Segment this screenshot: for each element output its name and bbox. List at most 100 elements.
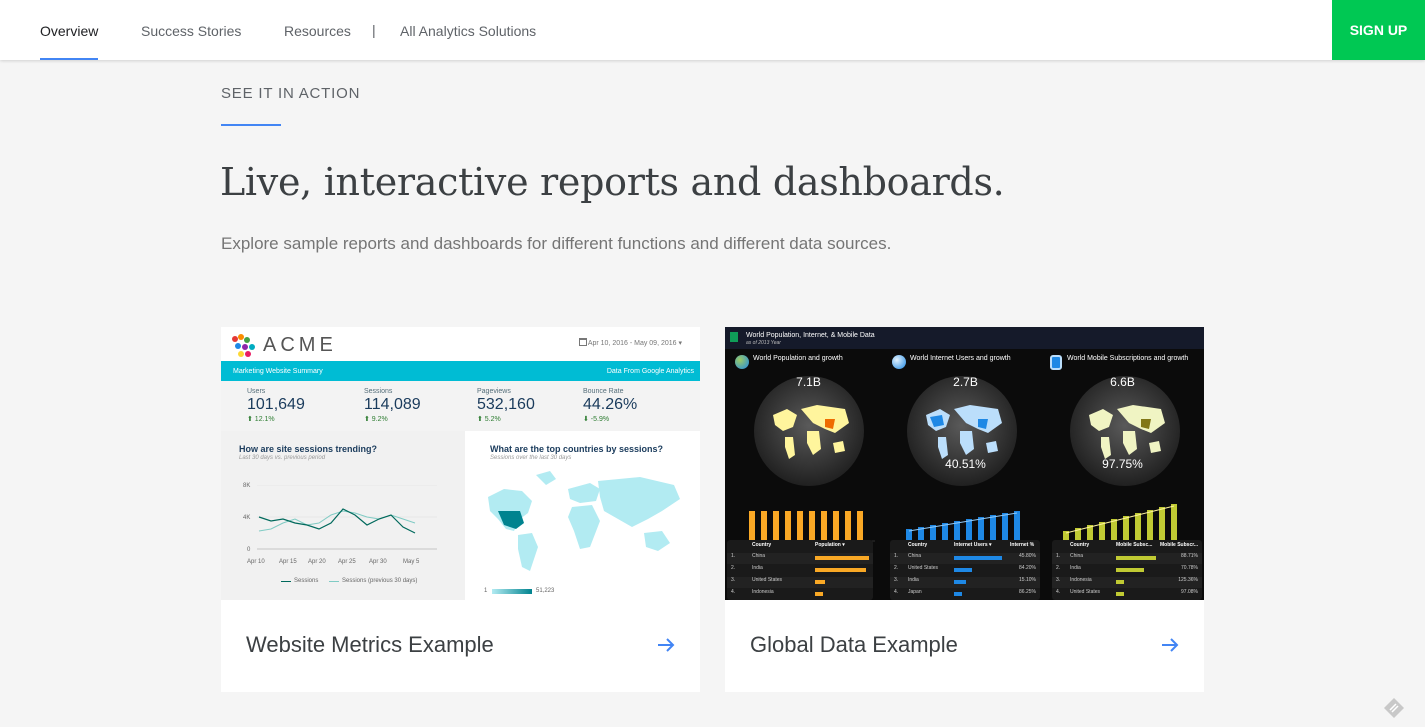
table-row: 1. China 88.71% xyxy=(1052,553,1202,564)
y-tick: 0 xyxy=(247,547,251,553)
nav-tab-resources[interactable]: Resources xyxy=(284,0,351,60)
population-world-globe xyxy=(754,376,864,486)
table-cell: 15.10% xyxy=(1019,577,1036,583)
page-headline: Live, interactive reports and dashboards… xyxy=(220,160,1005,204)
page-subheading: Explore sample reports and dashboards fo… xyxy=(221,234,892,253)
table-cell: 1. xyxy=(731,553,736,559)
kpi-value: 532,160 xyxy=(477,396,535,413)
card-title[interactable]: Global Data Example xyxy=(750,632,958,658)
x-tick: Apr 20 xyxy=(308,559,326,565)
kpi-value: 114,089 xyxy=(364,396,421,413)
nav-tab-overview[interactable]: Overview xyxy=(40,0,99,60)
report-source: Data From Google Analytics xyxy=(606,368,694,375)
internet-table: Country Internet Users ▾ Internet % 1. C… xyxy=(890,540,1040,600)
x-tick: Apr 30 xyxy=(369,559,387,565)
kpi-label: Bounce Rate xyxy=(583,388,624,395)
acme-header: ACME Apr 10, 2016 - May 09, 2016 ▾ xyxy=(221,327,700,360)
kpi-label: Users xyxy=(247,388,266,395)
table-bar xyxy=(1116,580,1124,584)
section-eyebrow: SEE IT IN ACTION xyxy=(221,85,361,102)
table-bar xyxy=(954,556,1002,560)
nav-tab-success-stories[interactable]: Success Stories xyxy=(141,0,241,60)
table-cell: Indonesia xyxy=(752,589,774,595)
kpi-change: ⬆ 5.2% xyxy=(477,416,501,423)
table-row: 3. Indonesia 125.36% xyxy=(1052,577,1202,588)
column-percent: 40.51% xyxy=(945,457,986,471)
table-cell: 70.78% xyxy=(1181,565,1198,571)
legend-label-previous: Sessions (previous 30 days) xyxy=(342,578,418,584)
table-bar xyxy=(954,568,972,572)
column-title: World Internet Users and growth xyxy=(910,355,1011,362)
kpi-change: ⬇ -5.9% xyxy=(583,416,610,423)
website-metrics-thumbnail: ACME Apr 10, 2016 - May 09, 2016 ▾ Marke… xyxy=(221,327,700,600)
table-cell: 4. xyxy=(731,589,736,595)
legend-swatch-previous xyxy=(329,581,339,582)
table-cell: 86.25% xyxy=(1019,589,1036,595)
nav-separator: | xyxy=(372,22,376,38)
dashboard-title: World Population, Internet, & Mobile Dat… xyxy=(746,332,875,339)
column-big-value: 6.6B xyxy=(1110,375,1135,389)
table-cell: India xyxy=(908,577,919,583)
table-cell: 4. xyxy=(1056,589,1061,595)
table-cell: 88.71% xyxy=(1181,553,1198,559)
kpi-bounce-rate: Bounce Rate 44.26% ⬇ -5.9% xyxy=(583,388,637,423)
trend-title: How are site sessions trending? xyxy=(239,444,378,454)
table-cell: United States xyxy=(908,565,939,571)
table-header-cell: Mobile Subsc... xyxy=(1116,542,1153,548)
table-cell: 2. xyxy=(1056,565,1061,571)
table-bar xyxy=(815,556,869,560)
table-cell: 84.20% xyxy=(1019,565,1036,571)
map-subtitle: Sessions over the last 30 days xyxy=(490,455,572,461)
table-header-cell: Internet Users ▾ xyxy=(954,542,992,548)
table-header-cell: Population ▾ xyxy=(815,542,845,548)
global-data-card[interactable]: World Population, Internet, & Mobile Dat… xyxy=(725,327,1204,692)
card-title[interactable]: Website Metrics Example xyxy=(246,632,494,658)
table-cell: 2. xyxy=(894,565,899,571)
table-header-cell: Country xyxy=(752,542,772,548)
table-cell: Indonesia xyxy=(1070,577,1092,583)
table-header-cell: Mobile Subscr... xyxy=(1160,542,1199,548)
table-cell: United States xyxy=(1070,589,1101,595)
table-header: Country Internet Users ▾ Internet % xyxy=(890,542,1040,553)
table-cell: 1. xyxy=(894,553,899,559)
table-bar xyxy=(815,580,825,584)
kpi-pageviews: Pageviews 532,160 ⬆ 5.2% xyxy=(477,388,535,423)
table-row: 4. Indonesia xyxy=(727,589,873,600)
table-cell: 3. xyxy=(731,577,736,583)
kpi-label: Pageviews xyxy=(477,388,511,395)
table-row: 4. United States 97.08% xyxy=(1052,589,1202,600)
mobile-column: World Mobile Subscriptions and growth 6.… xyxy=(1045,351,1200,542)
trend-subtitle: Last 30 days vs. previous period xyxy=(239,455,326,461)
table-bar xyxy=(954,580,966,584)
feedback-badge-icon[interactable] xyxy=(1383,697,1405,719)
table-bar xyxy=(1116,568,1144,572)
dashboard-subtitle: as of 2013 Year xyxy=(746,340,781,346)
table-cell: China xyxy=(1070,553,1084,559)
x-tick: Apr 10 xyxy=(247,559,265,565)
table-row: 1. China xyxy=(727,553,873,564)
table-cell: 4. xyxy=(894,589,899,595)
map-scale-max: 51,223 xyxy=(536,588,555,594)
website-metrics-card[interactable]: ACME Apr 10, 2016 - May 09, 2016 ▾ Marke… xyxy=(221,327,700,692)
eyebrow-underline xyxy=(221,124,281,126)
table-row: 2. India xyxy=(727,565,873,576)
kpi-value: 44.26% xyxy=(583,396,638,413)
internet-bar-chart xyxy=(902,511,1032,542)
table-bar xyxy=(1116,592,1124,596)
table-cell: 3. xyxy=(894,577,899,583)
globe-icon xyxy=(892,355,906,369)
map-scale-bar xyxy=(492,589,532,594)
column-title: World Population and growth xyxy=(753,355,843,362)
sessions-trend-panel: How are site sessions trending? Last 30 … xyxy=(221,431,465,600)
arrow-right-icon[interactable] xyxy=(1160,635,1180,655)
table-cell: India xyxy=(1070,565,1081,571)
sign-up-button[interactable]: SIGN UP xyxy=(1332,0,1425,60)
kpi-value: 101,649 xyxy=(247,396,305,413)
table-header-cell: Country xyxy=(1070,542,1090,548)
table-cell: China xyxy=(908,553,922,559)
nav-link-all-analytics-solutions[interactable]: All Analytics Solutions xyxy=(400,0,536,60)
arrow-right-icon[interactable] xyxy=(656,635,676,655)
table-cell: China xyxy=(752,553,766,559)
table-cell: 2. xyxy=(731,565,736,571)
calendar-icon xyxy=(579,338,587,346)
